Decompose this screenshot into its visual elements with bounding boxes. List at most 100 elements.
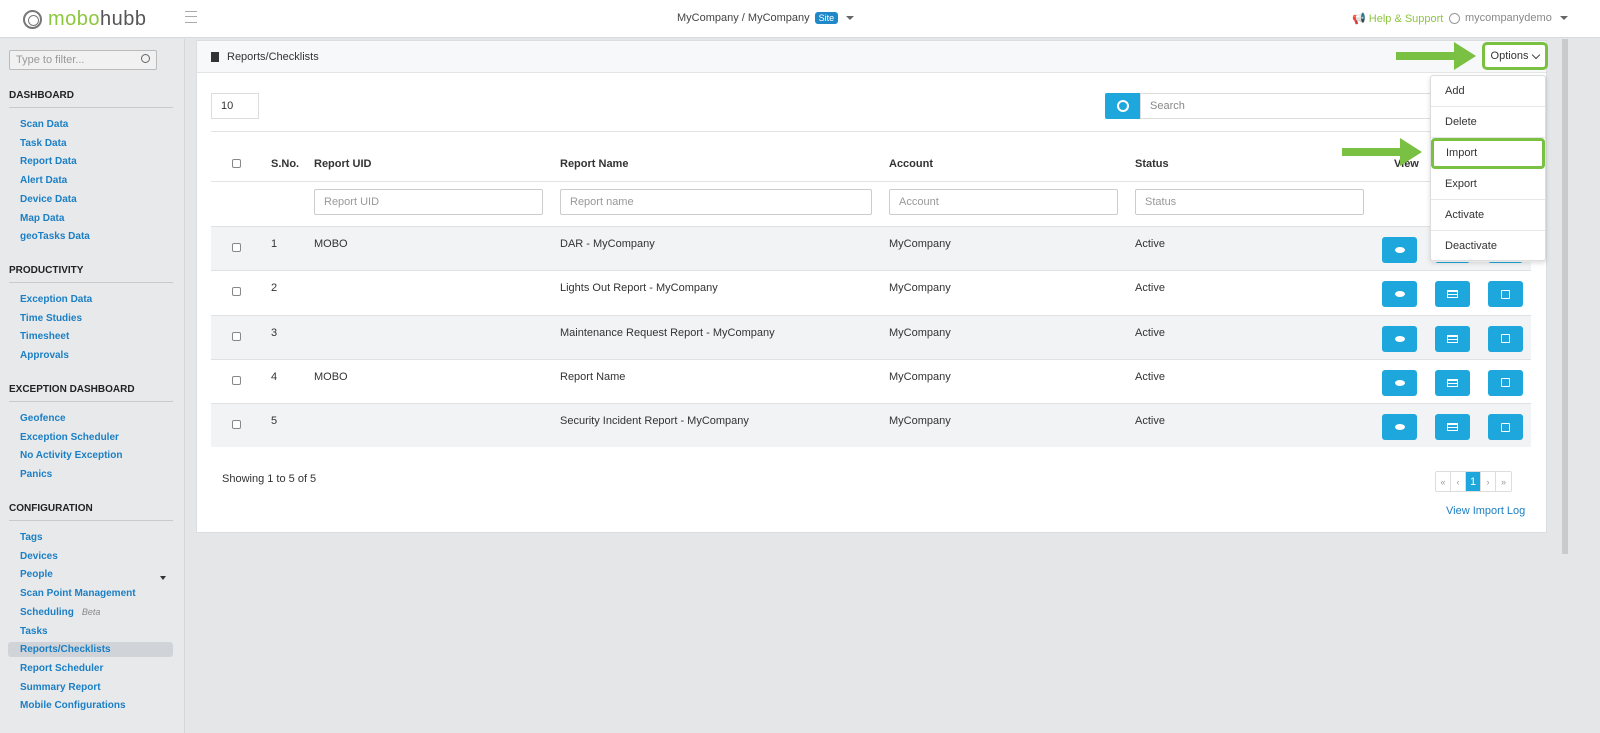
caret-down-icon: [846, 16, 855, 20]
view-button[interactable]: [1382, 325, 1417, 352]
filter-status[interactable]: Status: [1135, 189, 1364, 215]
edit-button[interactable]: [1488, 281, 1523, 308]
sidebar-item-time-studies[interactable]: Time Studies: [20, 313, 82, 324]
menu-item-delete[interactable]: Delete: [1431, 107, 1545, 138]
divider: [211, 131, 1531, 132]
sidebar-item-map-data[interactable]: Map Data: [20, 213, 64, 224]
edit-icon: [1501, 422, 1510, 432]
filter-report-uid[interactable]: Report UID: [314, 189, 543, 215]
view-button[interactable]: [1382, 281, 1417, 308]
sidebar-item-alert-data[interactable]: Alert Data: [20, 175, 67, 186]
document-icon: [211, 51, 219, 62]
sidebar-item-device-data[interactable]: Device Data: [20, 194, 77, 205]
sidebar-item-exception-data[interactable]: Exception Data: [20, 294, 92, 305]
row-checkbox[interactable]: [232, 375, 241, 385]
row-checkbox[interactable]: [232, 243, 241, 252]
sidebar-item-devices[interactable]: Devices: [20, 551, 58, 562]
view-button[interactable]: [1382, 414, 1417, 441]
menu-item-activate[interactable]: Activate: [1431, 200, 1545, 231]
menu-item-export[interactable]: Export: [1431, 169, 1545, 200]
sidebar-item-no-activity-exception[interactable]: No Activity Exception: [20, 450, 122, 461]
sidebar-item-tags[interactable]: Tags: [20, 532, 43, 543]
menu-toggle-icon[interactable]: [185, 11, 197, 23]
edit-button[interactable]: [1488, 325, 1523, 352]
data-button[interactable]: [1435, 414, 1470, 441]
page-1-button[interactable]: 1: [1466, 472, 1481, 491]
sidebar-item-reports-checklists[interactable]: Reports/Checklists: [8, 642, 173, 658]
sidebar-item-label: Exception Data: [20, 294, 93, 305]
logo[interactable]: mobo hubb: [23, 8, 147, 31]
cell-name: Report Name: [560, 370, 626, 383]
pagination: «‹ 1 ›»: [1435, 471, 1512, 492]
sidebar-item-geotasks-data[interactable]: geoTasks Data: [20, 231, 90, 242]
sidebar-item-report-data[interactable]: Report Data: [20, 156, 77, 167]
sidebar-item-label: Scheduling: [20, 606, 74, 618]
sidebar-section-title: PRODUCTIVITY: [9, 265, 173, 283]
sidebar-item-exception-scheduler[interactable]: Exception Scheduler: [20, 432, 119, 443]
view-button[interactable]: [1382, 237, 1417, 263]
data-button[interactable]: [1435, 325, 1470, 352]
cell-status: Active: [1135, 415, 1165, 428]
sidebar-item-report-scheduler[interactable]: Report Scheduler: [20, 663, 103, 674]
page-nav-button[interactable]: »: [1496, 472, 1511, 491]
row-checkbox[interactable]: [232, 420, 241, 430]
user-menu[interactable]: mycompanydemo: [1449, 12, 1568, 24]
sidebar-item-approvals[interactable]: Approvals: [20, 350, 69, 361]
options-button[interactable]: Options: [1482, 42, 1548, 70]
select-all-checkbox[interactable]: [232, 159, 241, 168]
site-selector[interactable]: MyCompany / MyCompany Site: [677, 12, 855, 24]
beta-badge: Beta: [81, 606, 101, 617]
row-checkbox[interactable]: [232, 331, 241, 341]
sidebar-item-scheduling[interactable]: Scheduling Beta: [20, 607, 100, 618]
sidebar-item-task-data[interactable]: Task Data: [20, 138, 67, 149]
sidebar-item-scan-point-management[interactable]: Scan Point Management: [20, 588, 136, 599]
data-button[interactable]: [1435, 281, 1470, 308]
panel-header: Reports/Checklists: [197, 41, 1546, 73]
view-import-log-link[interactable]: View Import Log: [1446, 505, 1525, 517]
sidebar-item-label: Mobile Configurations: [20, 700, 126, 712]
column-header-account[interactable]: Account: [889, 158, 933, 170]
sidebar-item-timesheet[interactable]: Timesheet: [20, 331, 69, 342]
sidebar-item-label: Task Data: [20, 137, 67, 149]
sidebar-item-scan-data[interactable]: Scan Data: [20, 119, 68, 130]
search-button[interactable]: [1105, 93, 1140, 119]
view-button[interactable]: [1382, 369, 1417, 396]
page-nav-button[interactable]: «: [1436, 472, 1451, 491]
cell-account: MyCompany: [889, 415, 951, 428]
page-nav-button[interactable]: ‹: [1451, 472, 1466, 491]
row-checkbox[interactable]: [232, 287, 241, 297]
cell-account: MyCompany: [889, 370, 951, 383]
menu-item-import[interactable]: Import: [1431, 138, 1545, 169]
table-row: 3 Maintenance Request Report - MyCompany M…: [211, 314, 1531, 359]
scrollbar[interactable]: [1562, 39, 1568, 554]
edit-button[interactable]: [1488, 414, 1523, 441]
search-input[interactable]: Search: [1140, 93, 1432, 119]
sidebar-item-tasks[interactable]: Tasks: [20, 626, 48, 637]
sidebar-section-title: DASHBOARD: [9, 90, 173, 108]
table-row: 1 MOBO DAR - MyCompany MyCompany Active: [211, 226, 1531, 270]
menu-item-deactivate[interactable]: Deactivate: [1431, 231, 1545, 262]
sidebar-item-summary-report[interactable]: Summary Report: [20, 682, 101, 693]
people-caret-icon[interactable]: [160, 576, 166, 580]
data-button[interactable]: [1435, 369, 1470, 396]
filter-account[interactable]: Account: [889, 189, 1118, 215]
sidebar-item-panics[interactable]: Panics: [20, 469, 52, 480]
column-header-sno[interactable]: S.No.: [271, 158, 299, 170]
column-header-uid[interactable]: Report UID: [314, 158, 371, 170]
column-header-name[interactable]: Report Name: [560, 158, 628, 170]
eye-icon: [1394, 424, 1405, 431]
sidebar-filter-input[interactable]: Type to filter...: [9, 50, 157, 70]
column-header-status[interactable]: Status: [1135, 158, 1169, 170]
filter-report-name[interactable]: Report name: [560, 189, 872, 215]
edit-button[interactable]: [1488, 369, 1523, 396]
page-length-select[interactable]: 10: [211, 93, 259, 119]
page-nav-button[interactable]: ›: [1481, 472, 1496, 491]
cell-status: Active: [1135, 282, 1165, 295]
menu-item-add[interactable]: Add: [1431, 76, 1545, 107]
help-support-link[interactable]: 📢 Help & Support: [1352, 12, 1443, 25]
sidebar-item-geofence[interactable]: Geofence: [20, 413, 66, 424]
sidebar-item-people[interactable]: People: [20, 569, 53, 580]
sidebar-item-mobile-configurations[interactable]: Mobile Configurations: [20, 700, 126, 711]
cell-account: MyCompany: [889, 238, 951, 250]
cell-uid: MOBO: [314, 238, 348, 250]
